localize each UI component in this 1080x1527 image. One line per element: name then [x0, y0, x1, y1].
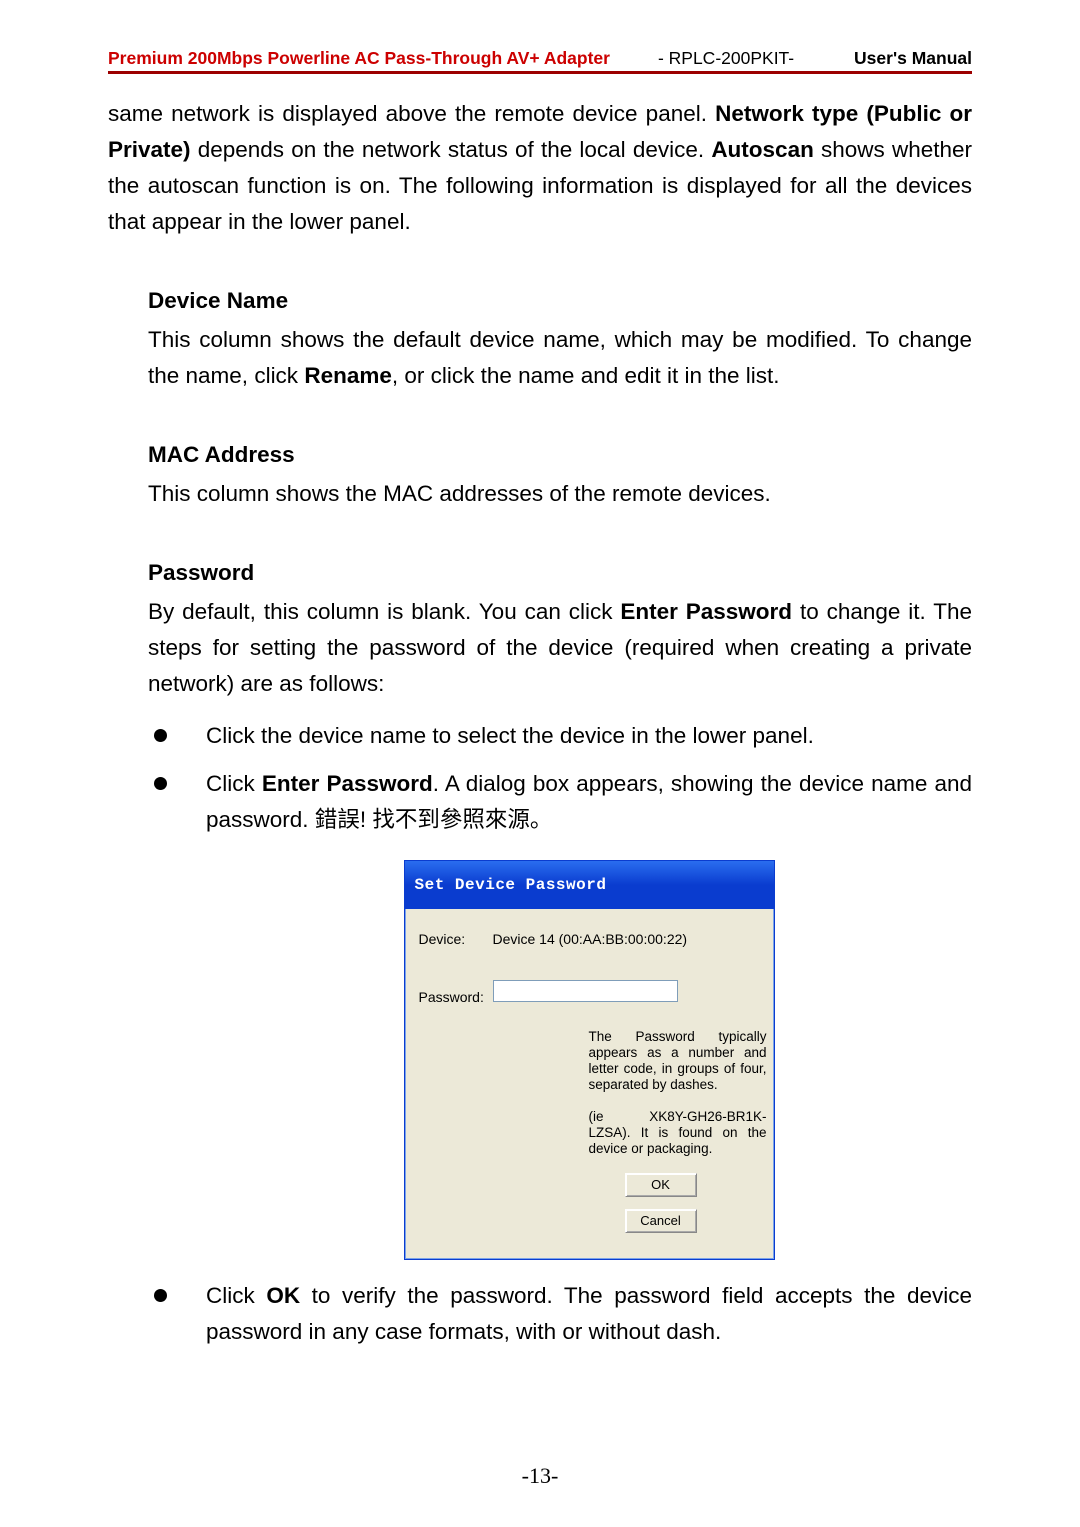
cancel-button[interactable]: Cancel: [625, 1209, 697, 1233]
password-body: By default, this column is blank. You ca…: [148, 594, 972, 702]
heading-password: Password: [148, 560, 972, 586]
header-model-prefix: -: [658, 48, 669, 68]
page: Premium 200Mbps Powerline AC Pass-Throug…: [0, 0, 1080, 1527]
device-name-body: This column shows the default device nam…: [148, 322, 972, 394]
intro-b2: Autoscan: [711, 137, 814, 162]
section-mac: MAC Address This column shows the MAC ad…: [108, 442, 972, 512]
pw-b1: Enter Password: [620, 599, 792, 624]
password-steps-list: Click the device name to select the devi…: [108, 718, 972, 1350]
page-header: Premium 200Mbps Powerline AC Pass-Throug…: [108, 50, 972, 68]
li3-t1: Click: [206, 1283, 266, 1308]
body-content: same network is displayed above the remo…: [108, 96, 972, 1350]
intro-paragraph: same network is displayed above the remo…: [108, 96, 972, 240]
set-password-dialog: Set Device Password Device: Device 14 (0…: [404, 860, 775, 1260]
heading-mac: MAC Address: [148, 442, 972, 468]
heading-device-name: Device Name: [148, 288, 972, 314]
section-password: Password By default, this column is blan…: [108, 560, 972, 702]
dialog-figure: Set Device Password Device: Device 14 (0…: [404, 860, 775, 1260]
dialog-title: Set Device Password: [405, 861, 774, 909]
li2-t1: Click: [206, 771, 262, 796]
li2-b1: Enter Password: [262, 771, 433, 796]
password-label: Password:: [419, 979, 493, 1015]
password-input[interactable]: [493, 980, 678, 1002]
device-label: Device:: [419, 921, 493, 957]
list-item: Click Enter Password. A dialog box appea…: [148, 766, 972, 1260]
header-model-suffix: -: [788, 48, 794, 68]
page-number: -13-: [0, 1463, 1080, 1489]
intro-t1: same network is displayed above the remo…: [108, 101, 715, 126]
section-device-name: Device Name This column shows the defaul…: [108, 288, 972, 394]
header-product: Premium 200Mbps Powerline AC Pass-Throug…: [108, 50, 610, 68]
dn-b1: Rename: [304, 363, 392, 388]
dialog-body: Device: Device 14 (00:AA:BB:00:00:22) Pa…: [405, 909, 774, 1259]
li3-b1: OK: [266, 1283, 300, 1308]
li1-text: Click the device name to select the devi…: [206, 723, 814, 748]
button-row: OK: [625, 1173, 767, 1209]
dialog-device-row: Device: Device 14 (00:AA:BB:00:00:22): [419, 921, 760, 957]
li2-cjk: 錯誤! 找不到參照來源。: [315, 807, 553, 832]
list-item: Click the device name to select the devi…: [148, 718, 972, 754]
list-item: Click OK to verify the password. The pas…: [148, 1278, 972, 1350]
hint-column: The Password typically appears as a numb…: [589, 1029, 767, 1245]
ok-button[interactable]: OK: [625, 1173, 697, 1197]
dn-t2: , or click the name and edit it in the l…: [392, 363, 780, 388]
password-input-wrap: [493, 979, 760, 1015]
button-row: Cancel: [625, 1209, 767, 1245]
pw-t1: By default, this column is blank. You ca…: [148, 599, 620, 624]
device-value: Device 14 (00:AA:BB:00:00:22): [493, 921, 760, 957]
intro-t2: depends on the network status of the loc…: [191, 137, 712, 162]
header-model: - RPLC-200PKIT-: [658, 50, 794, 68]
li3-t2: to verify the password. The password fie…: [206, 1283, 972, 1344]
hint-2: (ie XK8Y-GH26-BR1K-LZSA). It is found on…: [589, 1109, 767, 1157]
hint-1: The Password typically appears as a numb…: [589, 1029, 767, 1093]
dialog-password-row: Password:: [419, 979, 760, 1015]
header-right: User's Manual: [854, 50, 972, 68]
mac-body: This column shows the MAC addresses of t…: [148, 476, 972, 512]
header-rule: [108, 71, 972, 74]
header-model-text: RPLC-200PKIT: [669, 48, 789, 68]
